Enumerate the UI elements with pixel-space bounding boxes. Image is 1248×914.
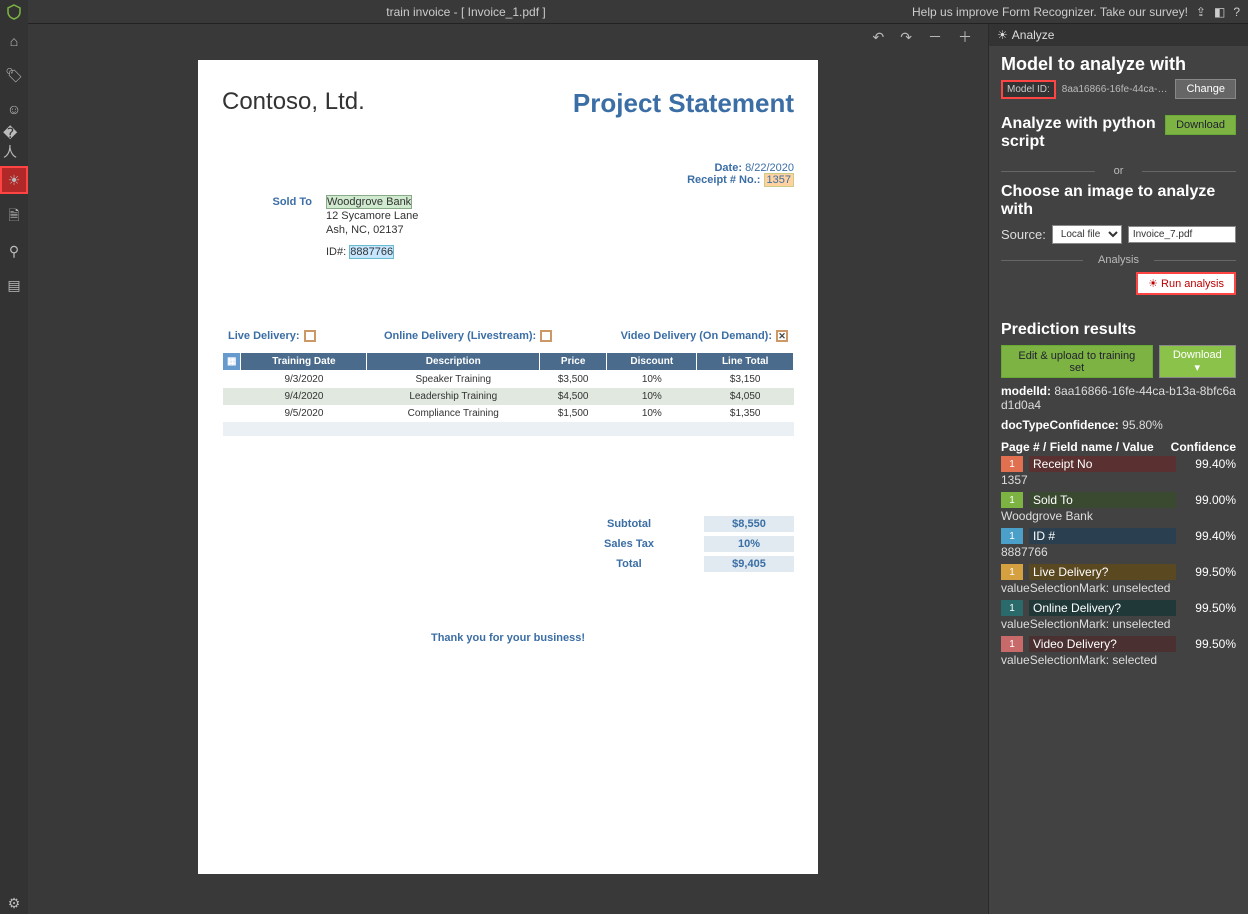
line-items-table: ▦ Training Date Description Price Discou… <box>222 352 794 436</box>
source-select[interactable]: Local file <box>1052 225 1122 244</box>
page-icon[interactable]: ▤ <box>3 274 25 296</box>
or-divider: or <box>1001 165 1236 177</box>
download-script-button[interactable]: Download <box>1165 115 1236 135</box>
model-id-value: 8aa16866-16fe-44ca-b13a-8bfc6a... <box>1062 84 1170 95</box>
checkbox-online <box>540 330 552 342</box>
choose-heading: Choose an image to analyze with <box>1001 183 1236 219</box>
source-label: Source: <box>1001 227 1046 242</box>
left-sidebar: ⌂ 🏷 ☺ �人 ☀ 🗎 ⚲ ▤ ⚙ <box>0 24 28 914</box>
bank-highlight: Woodgrove Bank <box>326 195 412 209</box>
sold-to-label: Sold To <box>222 196 312 260</box>
help-icon[interactable]: ? <box>1233 5 1240 19</box>
prediction-item: 1ID #99.40%8887766 <box>1001 528 1236 562</box>
settings-icon[interactable]: ⚙ <box>3 892 25 914</box>
run-analysis-button[interactable]: ☀ Run analysis <box>1136 272 1236 295</box>
doc-meta: Date: 8/22/2020 Receipt # No.: 1357 <box>222 162 794 186</box>
analyze-icon[interactable]: ☀ <box>0 166 28 194</box>
survey-link[interactable]: Help us improve Form Recognizer. Take ou… <box>912 5 1188 19</box>
source-file-input[interactable] <box>1128 226 1236 243</box>
undo-icon[interactable]: ↶ <box>873 29 885 46</box>
table-row: 9/3/2020Speaker Training$3,50010%$3,150 <box>223 371 794 389</box>
change-button[interactable]: Change <box>1175 79 1236 99</box>
analysis-divider: Analysis <box>1001 254 1236 266</box>
document-preview: Contoso, Ltd. Project Statement Date: 8/… <box>198 60 818 874</box>
checkbox-video: ✕ <box>776 330 788 342</box>
chevron-down-icon: ▾ <box>1195 362 1201 374</box>
gear-icon: ☀ <box>997 28 1008 42</box>
home-icon[interactable]: ⌂ <box>3 30 25 52</box>
redo-icon[interactable]: ↷ <box>900 29 912 46</box>
app-logo-icon <box>0 0 28 24</box>
right-panel: ☀Analyze Model to analyze with Model ID:… <box>988 24 1248 914</box>
share-icon[interactable]: ⇪ <box>1196 5 1206 19</box>
plug-icon[interactable]: ⚲ <box>3 240 25 262</box>
zoom-out-icon[interactable]: － <box>928 27 942 47</box>
canvas-toolbar: ↶ ↷ － ＋ <box>28 24 988 50</box>
prediction-item: 1Sold To99.00%Woodgrove Bank <box>1001 492 1236 526</box>
table-row: 9/5/2020Compliance Training$1,50010%$1,3… <box>223 405 794 422</box>
python-heading: Analyze with python script <box>1001 115 1157 151</box>
statement-title: Project Statement <box>573 88 794 119</box>
checkbox-live <box>304 330 316 342</box>
edit-upload-button[interactable]: Edit & upload to training set <box>1001 345 1153 378</box>
receipt-no-highlight: 1357 <box>764 173 794 187</box>
model-heading: Model to analyze with <box>1001 54 1236 75</box>
model-id-label: Model ID: <box>1001 80 1056 99</box>
canvas-area: ↶ ↷ － ＋ Contoso, Ltd. Project Statement … <box>28 24 988 914</box>
thanks-text: Thank you for your business! <box>222 632 794 644</box>
top-bar: train invoice - [ Invoice_1.pdf ] Help u… <box>0 0 1248 24</box>
zoom-in-icon[interactable]: ＋ <box>958 27 972 47</box>
prediction-item: 1Online Delivery?99.50%valueSelectionMar… <box>1001 600 1236 634</box>
download-results-button[interactable]: Download ▾ <box>1159 345 1236 378</box>
robot-icon[interactable]: ☺ <box>3 98 25 120</box>
totals-block: Subtotal$8,550 Sales Tax10% Total$9,405 <box>554 516 794 572</box>
document-icon[interactable]: 🗎 <box>3 206 25 228</box>
panel-header: ☀Analyze <box>989 24 1248 46</box>
prediction-item: 1Receipt No99.40%1357 <box>1001 456 1236 490</box>
results-heading: Prediction results <box>1001 321 1236 339</box>
sold-to-value: Woodgrove Bank 12 Sycamore Lane Ash, NC,… <box>326 196 418 260</box>
table-row: 9/4/2020Leadership Training$4,50010%$4,0… <box>223 388 794 405</box>
prediction-item: 1Video Delivery?99.50%valueSelectionMark… <box>1001 636 1236 670</box>
merge-icon[interactable]: �人 <box>3 132 25 154</box>
tag-icon[interactable]: 🏷 <box>3 64 25 86</box>
prediction-item: 1Live Delivery?99.50%valueSelectionMark:… <box>1001 564 1236 598</box>
panel-toggle-icon[interactable]: ◧ <box>1214 5 1225 19</box>
project-title: train invoice - [ Invoice_1.pdf ] <box>28 5 904 19</box>
id-highlight: 8887766 <box>349 245 394 259</box>
